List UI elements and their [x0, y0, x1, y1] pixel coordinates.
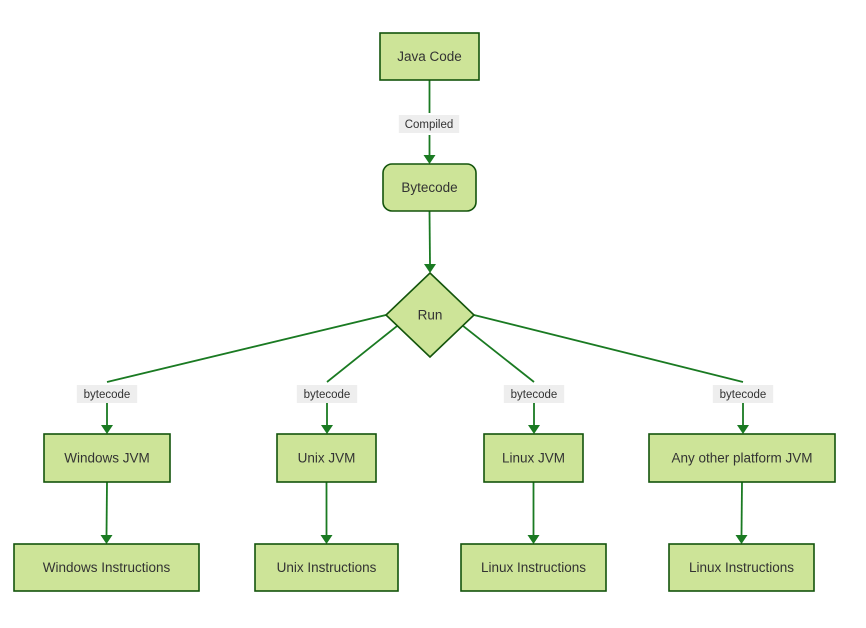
node-windows_instr[interactable]: Windows Instructions: [13, 543, 200, 592]
edge-line-e2: [428, 210, 431, 265]
edge-label-e3: bytecode: [76, 385, 138, 403]
node-bytecode[interactable]: Bytecode: [382, 163, 477, 212]
edge-label-text-e3: bytecode: [84, 389, 131, 401]
edge-e8: [320, 482, 333, 544]
node-linux_instr[interactable]: Linux Instructions: [460, 543, 607, 592]
edge-label-e1: Compiled: [398, 115, 460, 133]
node-label-other_instr: Linux Instructions: [689, 560, 794, 575]
edge-e9: [527, 482, 540, 544]
edge-label-text-e4: bytecode: [304, 389, 351, 401]
edge-arrowhead-e3: [101, 425, 113, 434]
flowchart-diagram: Java Code Bytecode Run Windows JVM Unix JVM L…: [0, 0, 866, 628]
edge-arrowhead-e7: [100, 535, 113, 544]
edge-line-e3: [106, 314, 387, 383]
edge-arrowhead-e5: [528, 425, 540, 434]
edge-label-text-e5: bytecode: [511, 389, 558, 401]
node-run[interactable]: Run: [384, 271, 476, 359]
edge-line-e10: [740, 481, 743, 536]
edge-line-e6: [473, 314, 744, 383]
node-unix_instr[interactable]: Unix Instructions: [254, 543, 399, 592]
node-label-bytecode: Bytecode: [401, 180, 457, 195]
node-label-windows_jvm: Windows JVM: [64, 451, 150, 466]
edge-line-e7: [105, 481, 108, 536]
edge-label-text-e6: bytecode: [720, 389, 767, 401]
edge-e7: [100, 481, 113, 544]
node-label-windows_instr: Windows Instructions: [43, 560, 171, 575]
edge-line-e5: [461, 324, 535, 383]
edge-arrowhead-e2: [424, 264, 436, 273]
node-label-unix_instr: Unix Instructions: [277, 560, 377, 575]
edge-label-e4: bytecode: [296, 385, 358, 403]
edge-line-e4: [326, 324, 399, 383]
node-label-other_jvm: Any other platform JVM: [671, 451, 812, 466]
node-java_code[interactable]: Java Code: [379, 32, 480, 81]
edge-arrowhead-e1: [423, 155, 436, 164]
node-label-unix_jvm: Unix JVM: [298, 451, 356, 466]
edge-arrowhead-e10: [735, 535, 748, 544]
edge-e5: [461, 324, 540, 434]
edge-e2: [424, 210, 436, 273]
edge-e4: [321, 324, 399, 434]
edge-arrowhead-e4: [321, 425, 333, 434]
edge-arrowhead-e6: [737, 425, 749, 434]
node-unix_jvm[interactable]: Unix JVM: [276, 433, 377, 483]
node-windows_jvm[interactable]: Windows JVM: [43, 433, 171, 483]
edge-label-e5: bytecode: [503, 385, 565, 403]
edge-arrowhead-e9: [527, 535, 540, 544]
node-label-java_code: Java Code: [397, 49, 462, 64]
node-label-run: Run: [418, 308, 443, 323]
edge-arrowhead-e8: [320, 535, 333, 544]
node-label-linux_jvm: Linux JVM: [502, 451, 565, 466]
edge-e10: [735, 481, 748, 544]
edge-e3: [101, 314, 387, 434]
node-label-linux_instr: Linux Instructions: [481, 560, 586, 575]
edge-label-e6: bytecode: [712, 385, 774, 403]
edge-e6: [473, 314, 749, 434]
node-other_instr[interactable]: Linux Instructions: [668, 543, 815, 592]
node-linux_jvm[interactable]: Linux JVM: [483, 433, 584, 483]
edge-labels-layer: Compiled bytecode bytecode bytecode bytecode: [76, 115, 774, 403]
node-other_jvm[interactable]: Any other platform JVM: [648, 433, 836, 483]
edge-label-text-e1: Compiled: [405, 119, 454, 131]
